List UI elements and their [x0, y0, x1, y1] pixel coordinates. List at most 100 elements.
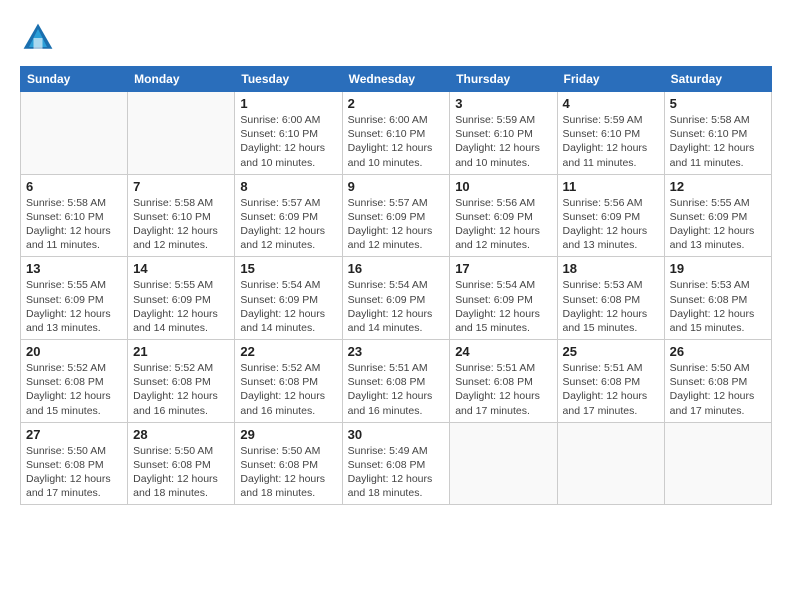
day-info: Sunrise: 5:52 AM Sunset: 6:08 PM Dayligh…	[26, 361, 122, 418]
day-info: Sunrise: 5:53 AM Sunset: 6:08 PM Dayligh…	[563, 278, 659, 335]
day-number: 17	[455, 261, 551, 276]
day-cell: 25 Sunrise: 5:51 AM Sunset: 6:08 PM Dayli…	[557, 340, 664, 423]
day-number: 15	[240, 261, 336, 276]
day-info: Sunrise: 5:53 AM Sunset: 6:08 PM Dayligh…	[670, 278, 766, 335]
weekday-header-saturday: Saturday	[664, 67, 771, 92]
day-cell: 8 Sunrise: 5:57 AM Sunset: 6:09 PM Daylig…	[235, 174, 342, 257]
day-info: Sunrise: 5:52 AM Sunset: 6:08 PM Dayligh…	[133, 361, 229, 418]
day-info: Sunrise: 5:50 AM Sunset: 6:08 PM Dayligh…	[133, 444, 229, 501]
weekday-header-tuesday: Tuesday	[235, 67, 342, 92]
week-row-4: 20 Sunrise: 5:52 AM Sunset: 6:08 PM Dayli…	[21, 340, 772, 423]
day-info: Sunrise: 5:54 AM Sunset: 6:09 PM Dayligh…	[240, 278, 336, 335]
day-cell: 6 Sunrise: 5:58 AM Sunset: 6:10 PM Daylig…	[21, 174, 128, 257]
day-cell: 7 Sunrise: 5:58 AM Sunset: 6:10 PM Daylig…	[128, 174, 235, 257]
day-cell: 4 Sunrise: 5:59 AM Sunset: 6:10 PM Daylig…	[557, 92, 664, 175]
day-number: 23	[348, 344, 445, 359]
weekday-header-friday: Friday	[557, 67, 664, 92]
day-info: Sunrise: 5:52 AM Sunset: 6:08 PM Dayligh…	[240, 361, 336, 418]
day-cell	[557, 422, 664, 505]
day-cell: 16 Sunrise: 5:54 AM Sunset: 6:09 PM Dayli…	[342, 257, 450, 340]
day-number: 16	[348, 261, 445, 276]
day-number: 4	[563, 96, 659, 111]
day-info: Sunrise: 5:50 AM Sunset: 6:08 PM Dayligh…	[240, 444, 336, 501]
week-row-1: 1 Sunrise: 6:00 AM Sunset: 6:10 PM Daylig…	[21, 92, 772, 175]
week-row-5: 27 Sunrise: 5:50 AM Sunset: 6:08 PM Dayli…	[21, 422, 772, 505]
day-number: 12	[670, 179, 766, 194]
day-info: Sunrise: 5:58 AM Sunset: 6:10 PM Dayligh…	[133, 196, 229, 253]
day-number: 21	[133, 344, 229, 359]
day-number: 9	[348, 179, 445, 194]
day-info: Sunrise: 5:56 AM Sunset: 6:09 PM Dayligh…	[563, 196, 659, 253]
day-info: Sunrise: 5:51 AM Sunset: 6:08 PM Dayligh…	[563, 361, 659, 418]
day-number: 1	[240, 96, 336, 111]
day-number: 20	[26, 344, 122, 359]
day-number: 27	[26, 427, 122, 442]
day-number: 13	[26, 261, 122, 276]
day-number: 11	[563, 179, 659, 194]
day-cell: 29 Sunrise: 5:50 AM Sunset: 6:08 PM Dayli…	[235, 422, 342, 505]
day-cell: 21 Sunrise: 5:52 AM Sunset: 6:08 PM Dayli…	[128, 340, 235, 423]
day-info: Sunrise: 5:56 AM Sunset: 6:09 PM Dayligh…	[455, 196, 551, 253]
day-info: Sunrise: 5:58 AM Sunset: 6:10 PM Dayligh…	[670, 113, 766, 170]
weekday-header-wednesday: Wednesday	[342, 67, 450, 92]
day-cell: 27 Sunrise: 5:50 AM Sunset: 6:08 PM Dayli…	[21, 422, 128, 505]
day-info: Sunrise: 5:54 AM Sunset: 6:09 PM Dayligh…	[348, 278, 445, 335]
day-cell: 14Sunrise: 5:55 AM Sunset: 6:09 PM Dayli…	[128, 257, 235, 340]
day-cell: 17 Sunrise: 5:54 AM Sunset: 6:09 PM Dayli…	[450, 257, 557, 340]
week-row-2: 6 Sunrise: 5:58 AM Sunset: 6:10 PM Daylig…	[21, 174, 772, 257]
day-cell: 1Sunrise: 6:00 AM Sunset: 6:10 PM Daylig…	[235, 92, 342, 175]
day-number: 18	[563, 261, 659, 276]
weekday-header-sunday: Sunday	[21, 67, 128, 92]
day-cell: 26Sunrise: 5:50 AM Sunset: 6:08 PM Dayli…	[664, 340, 771, 423]
logo	[20, 20, 60, 56]
day-cell: 30Sunrise: 5:49 AM Sunset: 6:08 PM Dayli…	[342, 422, 450, 505]
day-cell: 11 Sunrise: 5:56 AM Sunset: 6:09 PM Dayli…	[557, 174, 664, 257]
day-number: 25	[563, 344, 659, 359]
day-cell: 28 Sunrise: 5:50 AM Sunset: 6:08 PM Dayli…	[128, 422, 235, 505]
day-info: Sunrise: 5:59 AM Sunset: 6:10 PM Dayligh…	[455, 113, 551, 170]
day-info: Sunrise: 5:49 AM Sunset: 6:08 PM Dayligh…	[348, 444, 445, 501]
day-cell: 23Sunrise: 5:51 AM Sunset: 6:08 PM Dayli…	[342, 340, 450, 423]
weekday-header-thursday: Thursday	[450, 67, 557, 92]
day-number: 5	[670, 96, 766, 111]
day-cell: 24 Sunrise: 5:51 AM Sunset: 6:08 PM Dayli…	[450, 340, 557, 423]
day-number: 3	[455, 96, 551, 111]
day-number: 7	[133, 179, 229, 194]
day-cell	[128, 92, 235, 175]
day-info: Sunrise: 5:54 AM Sunset: 6:09 PM Dayligh…	[455, 278, 551, 335]
day-number: 8	[240, 179, 336, 194]
day-info: Sunrise: 5:55 AM Sunset: 6:09 PM Dayligh…	[670, 196, 766, 253]
day-cell: 15 Sunrise: 5:54 AM Sunset: 6:09 PM Dayli…	[235, 257, 342, 340]
day-info: Sunrise: 5:59 AM Sunset: 6:10 PM Dayligh…	[563, 113, 659, 170]
day-cell	[21, 92, 128, 175]
day-info: Sunrise: 5:50 AM Sunset: 6:08 PM Dayligh…	[26, 444, 122, 501]
day-info: Sunrise: 5:51 AM Sunset: 6:08 PM Dayligh…	[455, 361, 551, 418]
day-cell: 10 Sunrise: 5:56 AM Sunset: 6:09 PM Dayli…	[450, 174, 557, 257]
day-number: 22	[240, 344, 336, 359]
day-number: 26	[670, 344, 766, 359]
day-info: Sunrise: 5:57 AM Sunset: 6:09 PM Dayligh…	[240, 196, 336, 253]
day-number: 19	[670, 261, 766, 276]
day-cell	[664, 422, 771, 505]
day-number: 10	[455, 179, 551, 194]
day-cell: 9 Sunrise: 5:57 AM Sunset: 6:09 PM Daylig…	[342, 174, 450, 257]
day-number: 24	[455, 344, 551, 359]
calendar-table: SundayMondayTuesdayWednesdayThursdayFrid…	[20, 66, 772, 505]
day-info: Sunrise: 5:55 AM Sunset: 6:09 PM Dayligh…	[26, 278, 122, 335]
day-number: 14	[133, 261, 229, 276]
day-info: Sunrise: 5:58 AM Sunset: 6:10 PM Dayligh…	[26, 196, 122, 253]
day-cell: 12 Sunrise: 5:55 AM Sunset: 6:09 PM Dayli…	[664, 174, 771, 257]
day-cell: 22 Sunrise: 5:52 AM Sunset: 6:08 PM Dayli…	[235, 340, 342, 423]
day-info: Sunrise: 5:57 AM Sunset: 6:09 PM Dayligh…	[348, 196, 445, 253]
day-cell: 13 Sunrise: 5:55 AM Sunset: 6:09 PM Dayli…	[21, 257, 128, 340]
day-number: 28	[133, 427, 229, 442]
day-cell: 18 Sunrise: 5:53 AM Sunset: 6:08 PM Dayli…	[557, 257, 664, 340]
day-cell: 3 Sunrise: 5:59 AM Sunset: 6:10 PM Daylig…	[450, 92, 557, 175]
day-number: 6	[26, 179, 122, 194]
weekday-header-row: SundayMondayTuesdayWednesdayThursdayFrid…	[21, 67, 772, 92]
day-cell: 20 Sunrise: 5:52 AM Sunset: 6:08 PM Dayli…	[21, 340, 128, 423]
day-cell: 5 Sunrise: 5:58 AM Sunset: 6:10 PM Daylig…	[664, 92, 771, 175]
day-info: Sunrise: 6:00 AM Sunset: 6:10 PM Dayligh…	[348, 113, 445, 170]
day-number: 29	[240, 427, 336, 442]
day-cell	[450, 422, 557, 505]
